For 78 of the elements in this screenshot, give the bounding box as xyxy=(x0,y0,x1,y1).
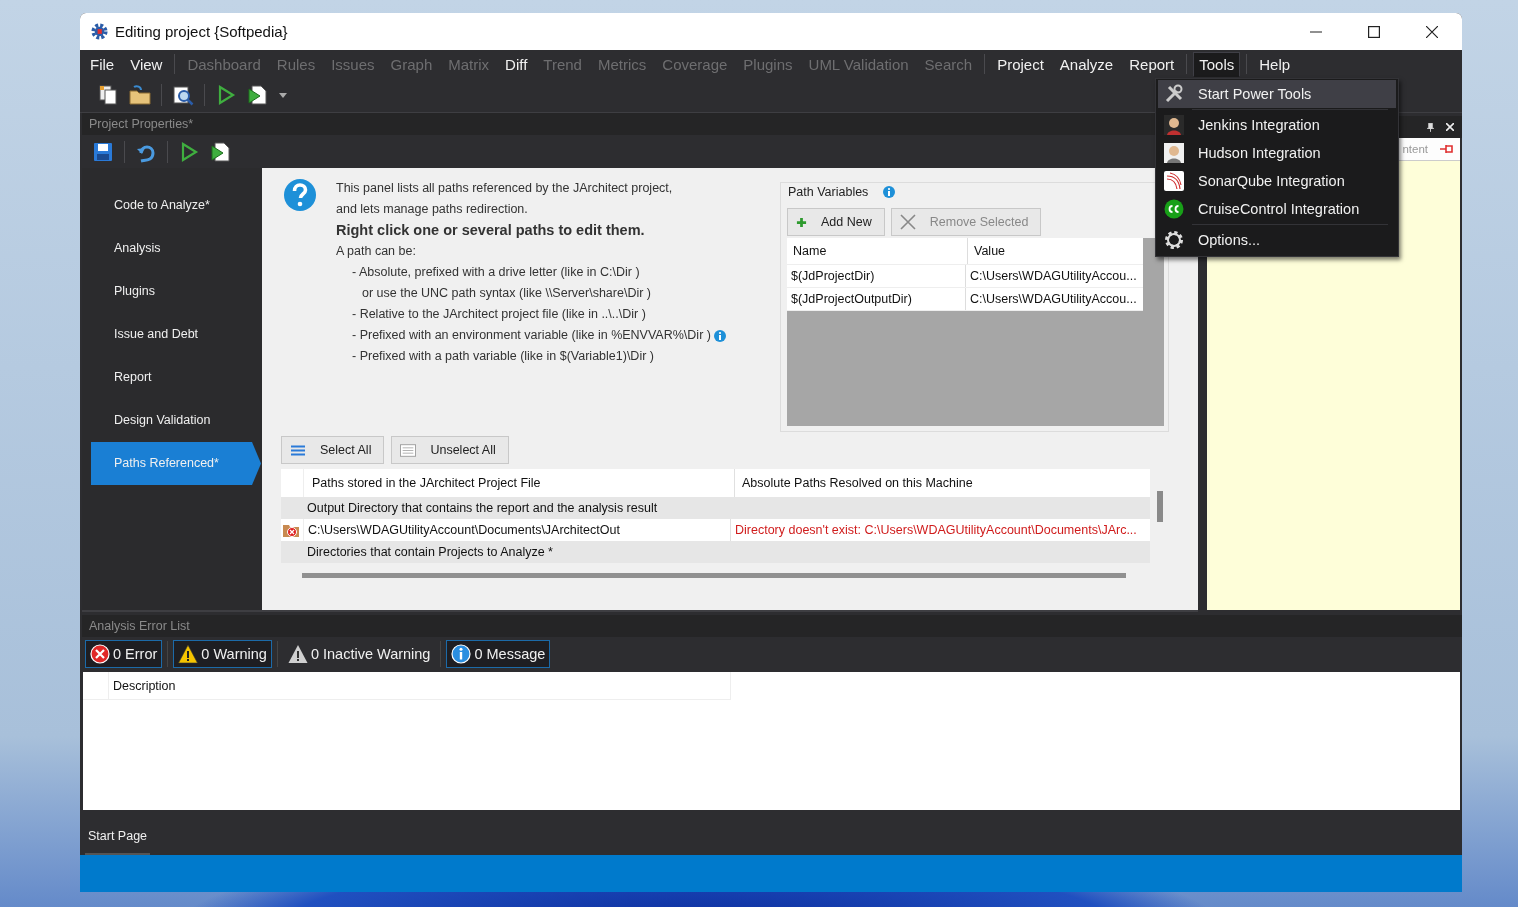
menu-item[interactable]: Report xyxy=(1123,51,1181,77)
plus-icon xyxy=(796,216,807,228)
table-cell: $(JdProjectOutputDir) xyxy=(787,288,966,310)
sidebar-item[interactable]: Plugins xyxy=(91,270,261,313)
copy-document-icon[interactable] xyxy=(97,84,119,106)
help-text: - Prefixed with an environment variable (like in %ENVVAR%\Dir ) xyxy=(352,327,711,344)
document-arrow-icon[interactable] xyxy=(210,140,232,163)
gear-icon xyxy=(90,22,109,41)
menu-entry[interactable]: CruiseControl Integration xyxy=(1158,195,1396,223)
table-cell-text: C:\Users\WDAGUtilityAccou... xyxy=(969,268,1137,285)
sidebar-item[interactable]: Code to Analyze* xyxy=(91,184,261,227)
save-icon[interactable] xyxy=(92,140,114,163)
menu-item[interactable]: Diff xyxy=(499,51,534,77)
table-cell: $(JdProjectDir) xyxy=(787,265,966,287)
column-header[interactable]: Value xyxy=(968,238,1006,264)
column-header[interactable]: Description xyxy=(109,672,731,699)
menu-item[interactable]: File xyxy=(84,51,121,77)
help-text: - Prefixed with a path variable (like in $(Variable1)\Dir ) xyxy=(352,348,654,365)
help-text: - Relative to the JArchitect project file (like in ..\..\Dir ) xyxy=(352,306,646,323)
maximize-icon[interactable] xyxy=(1368,25,1380,38)
document-arrow-icon[interactable] xyxy=(247,84,269,106)
sidebar-item[interactable]: Design Validation xyxy=(91,399,261,442)
sidebar-item[interactable]: Paths Referenced* xyxy=(91,442,261,485)
tools-icon xyxy=(1164,84,1184,104)
info-icon[interactable] xyxy=(713,329,726,342)
close-icon[interactable] xyxy=(1426,25,1438,38)
folder-icon[interactable] xyxy=(129,84,151,106)
add-button[interactable]: Add New xyxy=(787,208,885,236)
table-cell-text: C:\Users\WDAGUtilityAccou... xyxy=(969,291,1137,308)
scrollbar[interactable] xyxy=(1157,491,1163,522)
help-text: Right click one or several paths to edit them. xyxy=(336,221,645,240)
menu-item[interactable]: Analyze xyxy=(1053,51,1120,77)
warning-icon xyxy=(287,644,308,664)
menu-item[interactable]: Project xyxy=(991,51,1050,77)
caret-icon[interactable] xyxy=(279,92,287,98)
list-icon xyxy=(400,443,417,457)
error-icon xyxy=(90,644,110,664)
person-icon xyxy=(1164,115,1184,135)
warning-icon xyxy=(178,644,199,664)
filter-button[interactable]: 0 Error xyxy=(85,640,163,668)
menu-entry[interactable]: Hudson Integration xyxy=(1158,139,1396,167)
menu-item[interactable]: View xyxy=(124,51,169,77)
menu-entry[interactable]: Options... xyxy=(1158,226,1396,254)
panel-title: Analysis Error List xyxy=(82,615,1462,637)
filter-button[interactable]: 0 Message xyxy=(446,640,551,668)
select-all-button[interactable]: Select All xyxy=(281,436,385,464)
person-icon xyxy=(1164,143,1184,163)
menu-item[interactable]: Help xyxy=(1253,51,1297,77)
scrollbar[interactable] xyxy=(302,573,1126,578)
round-logo-icon xyxy=(1164,199,1184,219)
waves-icon xyxy=(1164,171,1184,191)
menu-entry[interactable]: Start Power Tools xyxy=(1158,80,1396,108)
filter-button[interactable]: 0 Warning xyxy=(173,640,272,668)
window-title: Editing project {Softpedia} xyxy=(115,23,288,40)
sidebar-item[interactable]: Issue and Debt xyxy=(91,313,261,356)
gear-icon xyxy=(1164,230,1184,250)
help-text: and lets manage paths redirection. xyxy=(336,201,528,218)
menu-entry[interactable]: SonarQube Integration xyxy=(1158,167,1396,195)
magnifier-document-icon[interactable] xyxy=(172,84,194,106)
column-header[interactable]: Absolute Paths Resolved on this Machine xyxy=(735,476,973,490)
cross-icon xyxy=(899,214,916,230)
filter-button[interactable]: 0 Inactive Warning xyxy=(282,640,436,668)
info-icon[interactable] xyxy=(883,186,896,198)
menu-item[interactable]: Tools xyxy=(1193,51,1241,77)
sidebar-item[interactable]: Report xyxy=(91,356,261,399)
help-text: - Absolute, prefixed with a drive letter (like in C:\Dir ) xyxy=(352,264,640,281)
group-row[interactable]: Directories that contain Projects to Analyze * xyxy=(281,545,553,559)
unselect-all-button[interactable]: Unselect All xyxy=(391,436,509,464)
help-icon xyxy=(283,178,317,212)
help-text: A path can be: xyxy=(336,243,416,260)
sidebar-item[interactable]: Analysis xyxy=(91,227,261,270)
column-header[interactable]: Name xyxy=(787,238,968,264)
group-title: Path Variables xyxy=(788,185,869,199)
info-icon xyxy=(451,644,472,664)
list-icon xyxy=(290,443,306,457)
table-cell-text: Directory doesn't exist: C:\Users\WDAGUtilityAccount\Documents\JArc... xyxy=(734,523,1137,537)
help-text: or use the UNC path syntax (like \\Server\share\Dir ) xyxy=(362,285,651,302)
help-text: This panel lists all paths referenced by the JArchitect project, xyxy=(336,180,673,197)
